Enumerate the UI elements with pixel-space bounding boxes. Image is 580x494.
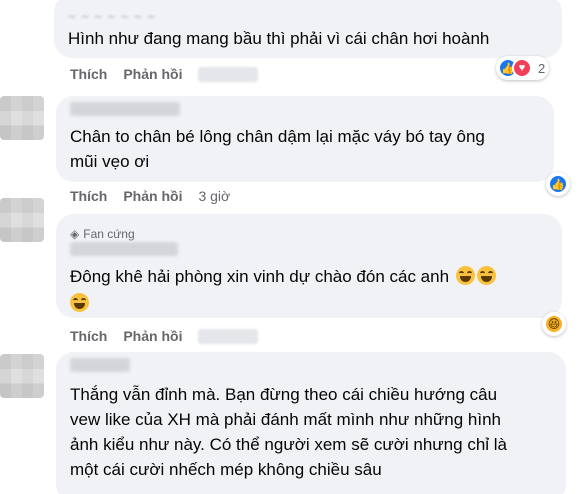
reaction-count: 2 (538, 60, 546, 76)
like-link[interactable]: Thích (70, 188, 107, 204)
grinning-emoji-icon (476, 266, 496, 285)
reply-link[interactable]: Phản hồi (123, 66, 182, 82)
comment-actions: Thích Phản hồi (70, 328, 274, 344)
comment-actions: Thích Phản hồi 3 giờ (70, 188, 246, 204)
comment-text-line: vew like của XH mà phải đánh mất mình nh… (70, 410, 502, 429)
avatar[interactable] (0, 96, 44, 140)
reaction-summary[interactable]: 👍 ♥ 2 (496, 56, 550, 80)
grinning-emoji-icon (455, 266, 475, 285)
haha-icon: 😆 (544, 314, 564, 334)
like-link[interactable]: Thích (70, 328, 107, 344)
comment-text-line: Thắng vẫn đỉnh mà. Bạn đừng theo cái chi… (70, 385, 498, 404)
grinning-emoji-icon (70, 293, 89, 312)
avatar[interactable] (0, 354, 44, 398)
reply-link[interactable]: Phản hồi (123, 328, 182, 344)
like-link[interactable]: Thích (70, 66, 107, 82)
love-icon: ♥ (512, 58, 532, 78)
author-name-blurred (70, 242, 178, 256)
comment-text-line: một cái cười nhếch mép không chiều sâu (70, 460, 382, 479)
author-name-blurred (70, 358, 130, 372)
comment-bubble: Chân to chân bé lông chân dậm lại mặc vá… (56, 96, 554, 182)
comment-bubble: ◈ Fan cứng Đông khê hải phòng xin vinh d… (56, 214, 562, 318)
comment-actions: Thích Phản hồi (70, 66, 274, 82)
timestamp[interactable]: 3 giờ (198, 188, 230, 204)
comment-text-line: Chân to chân bé lông chân dậm lại mặc vá… (70, 127, 485, 146)
comment-text-line: ảnh kiểu như này. Có thể người xem sẽ cư… (70, 435, 508, 454)
reaction-summary[interactable]: 👍 (546, 172, 570, 196)
like-icon: 👍 (548, 174, 568, 194)
avatar[interactable] (0, 198, 44, 242)
author-name-blurred (70, 102, 180, 116)
reply-link[interactable]: Phản hồi (123, 188, 182, 204)
timestamp-blurred (198, 66, 259, 82)
comment-text-line: mũi vẹo ơi (70, 152, 150, 171)
comment-bubble: Thắng vẫn đỉnh mà. Bạn đừng theo cái chi… (56, 352, 566, 494)
timestamp-blurred (198, 328, 259, 344)
comment-bubble: ~ ~ ~ ~ ~ ~ ~ Hình như đang mang bầu thì… (54, 0, 562, 58)
comment-text: Hình như đang mang bầu thì phải vì cái c… (68, 29, 490, 48)
comment-text: Đông khê hải phòng xin vinh dự chào đón … (70, 264, 496, 289)
comment-text-line: Đông khê hải phòng xin vinh dự chào đón … (70, 267, 450, 286)
reaction-summary[interactable]: 😆 (542, 312, 566, 336)
